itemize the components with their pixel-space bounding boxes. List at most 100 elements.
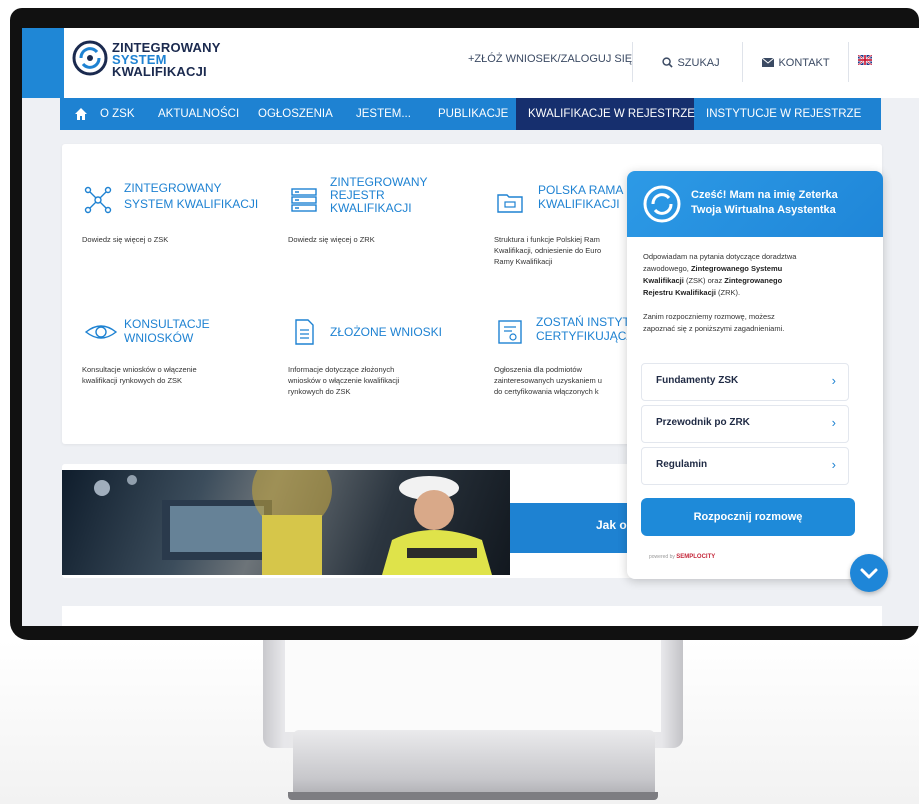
tile-title-line: KWALIFIKACJI <box>330 201 412 215</box>
header-divider <box>632 42 633 82</box>
contact-button[interactable]: KONTAKT <box>761 53 830 71</box>
next-section-card <box>62 606 882 626</box>
uk-flag-icon[interactable] <box>858 55 872 65</box>
assistant-logo-icon <box>643 185 681 223</box>
logo-text-line3: KWALIFIKACJI <box>112 64 207 79</box>
nav-item-instytucje-w-rejestrze[interactable]: INSTYTUCJE W REJESTRZE <box>706 98 861 130</box>
powered-by-label: powered by <box>649 554 675 560</box>
tile-title-line: ZINTEGROWANY <box>330 175 428 189</box>
chevron-down-icon <box>860 568 878 579</box>
chevron-right-icon: › <box>831 373 836 388</box>
eye-icon <box>84 325 118 339</box>
folder-icon <box>497 194 523 213</box>
tile-description: Ramy Kwalifikacji <box>494 257 553 266</box>
chat-greeting-line1: Cześć! Mam na imię Zeterka <box>691 189 838 201</box>
tile-description: wniosków o włączenie kwalifikacji <box>288 376 400 385</box>
tile-description: Ogłoszenia dla podmiotów <box>494 365 582 374</box>
certificate-icon <box>498 320 522 344</box>
chat-option-label: Regulamin <box>656 459 708 470</box>
header-divider <box>742 42 743 82</box>
header-divider <box>848 42 849 82</box>
chat-greeting: Cześć! Mam na imię Zeterka Twoja Wirtual… <box>691 188 881 218</box>
tile-prk[interactable]: POLSKA RAMA KWALIFIKACJI <box>496 180 626 240</box>
search-button[interactable]: SZUKAJ <box>662 53 720 71</box>
tile-konsultacje[interactable]: KONSULTACJE WNIOSKÓW <box>82 314 262 354</box>
zsk-logo-icon[interactable] <box>72 40 108 76</box>
chat-option-fundamenty-zsk[interactable]: Fundamenty ZSK › <box>641 363 849 401</box>
nav-item-ogloszenia[interactable]: OGŁOSZENIA <box>258 98 333 130</box>
search-icon <box>662 57 673 68</box>
chevron-right-icon: › <box>831 415 836 430</box>
chat-intro-text: (ZRK). <box>715 288 741 297</box>
tile-description: Konsultacje wniosków o włączenie <box>82 365 197 374</box>
tile-zostan-instytucja[interactable]: ZOSTAŃ INSTYT CERTYFIKUJĄCĄ <box>496 314 634 354</box>
nav-item-publikacje[interactable]: PUBLIKACJE <box>438 98 508 130</box>
chat-option-przewodnik-po-zrk[interactable]: Przewodnik po ZRK › <box>641 405 849 443</box>
tile-description: rynkowych do ZSK <box>288 387 351 396</box>
tile-description: Informacje dotyczące złożonych <box>288 365 395 374</box>
tile-zlozone-wnioski[interactable]: ZŁOŻONE WNIOSKI <box>290 318 470 354</box>
chat-greeting-line2: Twoja Wirtualna Asystentka <box>691 204 836 216</box>
tile-description: Dowiedz się więcej o ZSK <box>82 235 169 244</box>
chat-intro-line: zawodowego, Zintegrowanego Systemu <box>643 263 869 275</box>
tile-title-line: ZŁOŻONE WNIOSKI <box>330 325 443 339</box>
chat-option-regulamin[interactable]: Regulamin › <box>641 447 849 485</box>
stand-opening <box>285 640 661 732</box>
chat-prompt-line: Zanim rozpoczniemy rozmowę, możesz <box>643 312 775 321</box>
chat-header: Cześć! Mam na imię Zeterka Twoja Wirtual… <box>627 171 883 237</box>
monitor-screen: ZINTEGROWANY SYSTEM KWALIFIKACJI +ZŁÓŻ W… <box>22 28 919 626</box>
tile-title-line: WNIOSKÓW <box>124 331 194 345</box>
nav-item-o-zsk[interactable]: O ZSK <box>100 98 135 130</box>
login-link[interactable]: +ZŁÓŻ WNIOSEK/ZALOGUJ SIĘ <box>468 53 632 65</box>
tile-description: Struktura i funkcje Polskiej Ram <box>494 235 600 244</box>
chat-intro-text: zawodowego, <box>643 264 691 273</box>
chat-option-label: Fundamenty ZSK <box>656 375 739 386</box>
chat-intro-line: Odpowiadam na pytania dotyczące doradztw… <box>643 252 797 261</box>
chat-prompt-line: zapoznać się z poniższymi zagadnieniami. <box>643 324 785 333</box>
chat-toggle-button[interactable] <box>850 554 888 592</box>
chat-intro-bold: Zintegrowanego Systemu <box>690 264 783 273</box>
nav-item-aktualnosci[interactable]: AKTUALNOŚCI <box>158 98 239 130</box>
powered-by: powered by SEMPLOCITY <box>649 554 715 560</box>
header-accent-strip <box>22 28 64 98</box>
monitor-base <box>293 730 655 800</box>
tile-title-line: POLSKA RAMA <box>538 183 624 197</box>
tile-title-line: SYSTEM KWALIFIKACJI <box>124 197 259 211</box>
tile-title-line: CERTYFIKUJĄCĄ <box>536 329 635 343</box>
tile-title-line: ZINTEGROWANY <box>124 181 222 195</box>
chevron-right-icon: › <box>831 457 836 472</box>
tile-description: kwalifikacji rynkowych do ZSK <box>82 376 183 385</box>
banner-text: Jak o <box>596 518 627 532</box>
chat-option-label: Przewodnik po ZRK <box>656 417 750 428</box>
chat-intro-bold: Kwalifikacji <box>643 276 684 285</box>
chat-intro-bold: Rejestru Kwalifikacji <box>643 288 716 297</box>
monitor-base-foot <box>288 792 658 800</box>
start-conversation-button[interactable]: Rozpocznij rozmowę <box>641 498 855 536</box>
tile-title-line: KWALIFIKACJI <box>538 197 620 211</box>
tile-description: Kwalifikacji, odniesienie do Euro <box>494 246 602 255</box>
contact-label: KONTAKT <box>778 57 830 69</box>
main-navigation: O ZSK AKTUALNOŚCI OGŁOSZENIA JESTEM... P… <box>60 98 881 130</box>
workers-photo <box>62 470 510 575</box>
chat-intro-text: (ZSK) oraz <box>683 276 725 285</box>
chat-intro: Odpowiadam na pytania dotyczące doradztw… <box>643 251 869 335</box>
chat-widget: Cześć! Mam na imię Zeterka Twoja Wirtual… <box>627 171 883 579</box>
search-label: SZUKAJ <box>677 57 720 69</box>
tile-title-line: REJESTR <box>330 188 385 202</box>
nav-item-kwalifikacje-w-rejestrze[interactable]: KWALIFIKACJE W REJESTRZE <box>516 98 695 130</box>
chat-intro-bold: Zintegrowanego <box>724 276 783 285</box>
chat-intro-line: Rejestru Kwalifikacji (ZRK). <box>643 287 869 299</box>
home-icon[interactable] <box>74 107 88 121</box>
mail-icon <box>761 57 775 67</box>
tile-description: Dowiedz się więcej o ZRK <box>288 235 375 244</box>
powered-by-brand[interactable]: SEMPLOCITY <box>676 554 715 560</box>
workers-photo-illustration <box>94 470 492 575</box>
network-icon <box>84 186 112 214</box>
tile-title-line: KONSULTACJE <box>124 317 210 331</box>
document-icon <box>295 319 314 345</box>
nav-item-jestem[interactable]: JESTEM... <box>356 98 411 130</box>
tile-title-line: ZOSTAŃ INSTYT <box>536 315 630 329</box>
chat-intro-line: Kwalifikacji (ZSK) oraz Zintegrowanego <box>643 275 869 287</box>
tile-description: zainteresowanych uzyskaniem u <box>494 376 602 385</box>
tile-description: do certyfikowania włączonych k <box>494 387 599 396</box>
